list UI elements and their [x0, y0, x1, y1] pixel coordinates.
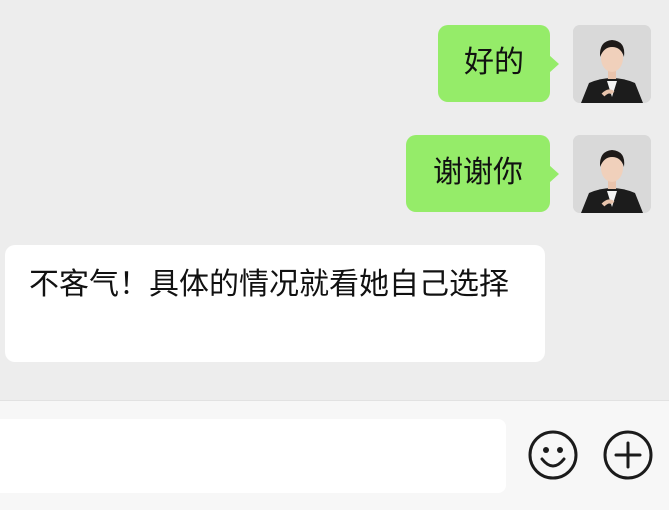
avatar-portrait-icon — [573, 135, 651, 213]
user-avatar[interactable] — [573, 25, 651, 103]
message-text: 谢谢你 — [433, 155, 523, 190]
smiley-icon — [528, 430, 578, 480]
input-bar — [0, 400, 669, 510]
user-avatar[interactable] — [573, 135, 651, 213]
message-input[interactable] — [0, 419, 506, 493]
emoji-button[interactable] — [527, 429, 579, 481]
plus-circle-icon — [603, 430, 653, 480]
message-text: 好的 — [464, 45, 524, 80]
message-text: 不客气！具体的情况就看她自己选择 — [29, 267, 509, 302]
chat-area: 好的 谢谢你 不客气！具体的情况就看她自己选择 — [0, 0, 669, 400]
more-options-button[interactable] — [602, 429, 654, 481]
avatar-portrait-icon — [573, 25, 651, 103]
message-bubble-outgoing[interactable]: 好的 — [438, 25, 559, 102]
message-bubble-incoming[interactable]: 不客气！具体的情况就看她自己选择 — [5, 245, 545, 362]
message-bubble-outgoing[interactable]: 谢谢你 — [406, 135, 559, 212]
